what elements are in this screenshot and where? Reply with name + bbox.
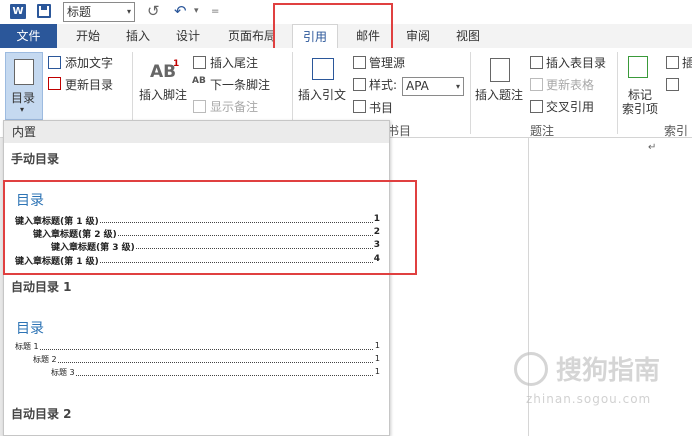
chevron-down-icon: ▾ [126,7,131,16]
show-notes-button: 显示备注 [210,100,259,114]
toc-line: 标题 1 1 [4,341,389,353]
toc-line: 标题 2 1 [4,354,389,366]
add-text-button[interactable]: 添加文字 [65,54,113,71]
style-select-value: 标题 [67,5,92,19]
table-of-contents-button[interactable]: 目录 ▾ [5,52,43,120]
undo-icon[interactable]: ↶ [174,2,187,20]
tab-design[interactable]: 设计 [166,24,210,48]
tab-home[interactable]: 开始 [66,24,110,48]
toc-line-label: 标题 2 [33,354,58,365]
insert-caption-button[interactable]: 插入题注 [475,86,523,103]
toc-line-label: 键入章标题(第 2 级) [33,227,118,240]
tab-review[interactable]: 审阅 [396,24,440,48]
toc-line-label: 标题 1 [15,341,40,352]
watermark-text: 搜狗指南 [556,356,661,386]
tab-file[interactable]: 文件 [0,24,57,48]
bibliography-button[interactable]: 书目 [369,99,393,116]
cross-reference-button[interactable]: 交叉引用 [546,98,594,115]
table-of-contents-big-icon [14,59,34,85]
chevron-down-icon: ▾ [455,82,460,91]
mark-entry-icon [628,56,648,78]
watermark-url: zhinan.sogou.com [526,392,652,406]
word-app-icon[interactable]: W [10,4,26,19]
tab-view[interactable]: 视图 [446,24,490,48]
toc-line-label: 键入章标题(第 1 级) [15,254,100,267]
toc-line-label: 标题 3 [51,367,76,378]
insert-table-of-figures-button[interactable]: 插入表目录 [546,54,606,71]
bibliography-icon [353,100,366,113]
insert-table-of-figures-icon [530,56,543,69]
manage-sources-button[interactable]: 管理源 [369,54,405,71]
toc-leader-dots [51,375,373,376]
next-footnote-button[interactable]: 下一条脚注 [210,76,270,93]
footnote-superscript: 1 [173,59,180,69]
citation-style-value: APA [406,79,429,93]
tab-insert[interactable]: 插入 [116,24,160,48]
chevron-down-icon: ▾ [20,105,25,114]
undo-dropdown-icon[interactable]: ▾ [194,6,199,16]
update-toc-button[interactable]: 更新目录 [65,76,113,93]
toc-line-label: 键入章标题(第 1 级) [15,214,100,227]
manual-toc-title: 手动目录 [11,152,60,166]
auto-toc-1-heading: 目录 [16,321,44,337]
toc-leader-dots [15,349,373,350]
index-group-label: 索引 [664,124,689,138]
group-separator [470,52,471,134]
toc-gallery-dropdown: 内置 手动目录 目录 键入章标题(第 1 级) 1 键入章标题(第 2 级) 2… [3,120,390,436]
manage-sources-icon [353,56,366,69]
update-table-icon [530,78,543,91]
style-select[interactable]: 标题 ▾ [63,2,135,22]
toc-line-page: 1 [374,367,380,376]
toc-line-page: 1 [374,341,380,350]
citations-group-label: 书目 [387,124,412,138]
toc-line: 标题 3 1 [4,367,389,379]
insert-footnote-button[interactable]: 插入脚注 [139,86,187,103]
mark-entry-button-line2[interactable]: 索引项 [622,100,658,117]
insert-index-button[interactable]: 插 [682,54,692,71]
auto-toc-1-title: 自动目录 1 [11,280,72,294]
toc-leader-dots [33,362,373,363]
citation-style-icon [353,78,366,91]
update-toc-icon [48,77,61,90]
update-table-button: 更新表格 [546,78,595,92]
table-of-contents-label: 目录 [11,91,36,105]
redo-icon[interactable]: ↺ [147,2,160,20]
add-text-icon [48,56,61,69]
citation-style-select[interactable]: APA ▾ [402,77,464,96]
citation-style-label: 样式: [369,78,398,92]
sogou-logo-icon [514,352,548,386]
show-notes-icon [193,100,206,113]
insert-caption-icon [490,58,510,82]
insert-endnote-icon [193,56,206,69]
next-footnote-icon: AB [192,76,206,86]
save-icon[interactable] [37,4,51,18]
toc-line-label: 键入章标题(第 3 级) [51,240,136,253]
customize-toolbar-icon[interactable]: = [211,6,219,17]
toc-line-page: 1 [374,354,380,363]
update-index-icon [666,78,679,91]
paragraph-mark: ↵ [648,142,657,153]
insert-index-icon [666,56,679,69]
gallery-section-header: 内置 [4,121,389,143]
insert-citation-button[interactable]: 插入引文 [298,86,346,103]
insert-citation-icon [312,58,334,80]
auto-toc-2-title: 自动目录 2 [11,407,72,421]
cross-reference-icon [530,100,543,113]
captions-group-label: 题注 [530,124,555,138]
group-separator [617,52,618,134]
insert-endnote-button[interactable]: 插入尾注 [210,54,258,71]
